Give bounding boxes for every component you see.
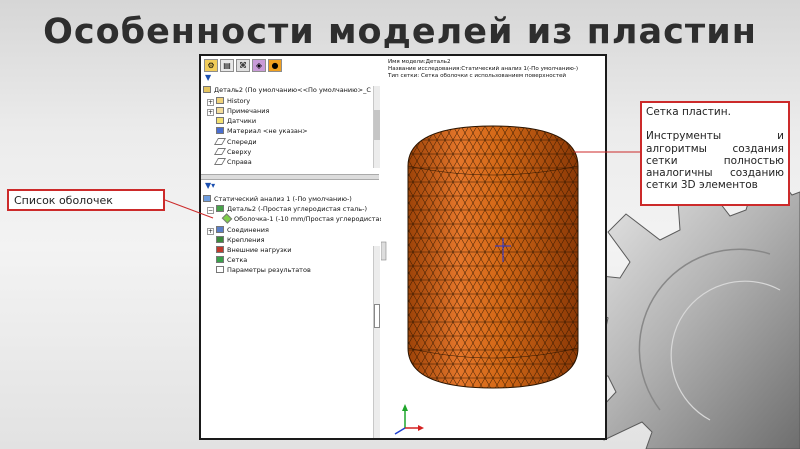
tree-item-annotations[interactable]: + Примечания [207, 106, 269, 116]
mesh-callout: Сетка пластин. Инструменты и алгоритмы с… [640, 101, 790, 206]
sensors-icon [216, 117, 224, 124]
tree-item-history[interactable]: + History [207, 96, 250, 106]
result-options-icon [216, 266, 224, 273]
plane-icon [213, 158, 227, 165]
mesh-icon [216, 256, 224, 263]
tree-item-fixtures[interactable]: Крепления [216, 235, 265, 245]
tree-item-mesh[interactable]: Сетка [216, 255, 247, 265]
simulation-tree-scrollbar[interactable] [373, 246, 380, 438]
static-study-icon [203, 195, 211, 202]
axis-triad [394, 404, 424, 435]
shell-icon [221, 213, 233, 224]
display-icon[interactable]: ◈ [252, 59, 266, 72]
loads-icon [216, 246, 224, 253]
scroll-thumb[interactable] [374, 110, 380, 140]
shell-list-label: Список оболочек [14, 194, 113, 207]
solidworks-window: ⚙ ▤ ⌘ ◈ ● ▼ Деталь2 (По умолчанию<<По ум… [199, 54, 607, 440]
meshed-cylinder [381, 125, 579, 435]
history-icon [216, 97, 224, 104]
tree-item-result-options[interactable]: Параметры результатов [216, 265, 311, 275]
tree-item-right-plane[interactable]: Справа [213, 157, 252, 167]
graphics-area[interactable]: Имя модели:Деталь2 Название исследования… [381, 56, 605, 438]
connections-icon [216, 226, 224, 233]
tree-item-shell[interactable]: Оболочка-1 (-10 mm/Простая углеродистая [221, 213, 383, 224]
panel-collapse-handle[interactable] [381, 241, 387, 261]
fixtures-icon [216, 236, 224, 243]
tree-item-front-plane[interactable]: Спереди [213, 137, 257, 147]
manager-toolbar: ⚙ ▤ ⌘ ◈ ● [204, 59, 282, 73]
panel-splitter[interactable] [201, 174, 379, 180]
filter-dropdown-icon[interactable]: ▼▾ [205, 181, 215, 190]
tree-item-part[interactable]: Деталь2 (По умолчанию<<По умолчанию>_C [203, 85, 371, 95]
left-panel: ⚙ ▤ ⌘ ◈ ● ▼ Деталь2 (По умолчанию<<По ум… [201, 56, 383, 438]
tree-item-part-material[interactable]: − Деталь2 (-Простая углеродистая сталь-) [207, 204, 367, 214]
tree-item-material[interactable]: Материал <не указан> [216, 126, 308, 136]
mesh-callout-title: Сетка пластин. [646, 106, 731, 118]
shell-list-callout: Список оболочек [7, 189, 165, 211]
plane-icon [213, 138, 227, 145]
appearance-icon[interactable]: ● [268, 59, 282, 72]
tree-item-top-plane[interactable]: Сверху [213, 147, 251, 157]
annotations-icon [216, 107, 224, 114]
propertymanager-icon[interactable]: ▤ [220, 59, 234, 72]
tree-item-connections[interactable]: + Соединения [207, 225, 269, 235]
filter-icon[interactable]: ▼ [205, 73, 211, 82]
featuremanager-icon[interactable]: ⚙ [204, 59, 218, 72]
scroll-arrows[interactable] [374, 304, 380, 328]
tree-item-sensors[interactable]: Датчики [216, 116, 256, 126]
feature-tree-scrollbar[interactable] [373, 86, 380, 168]
material-icon [216, 127, 224, 134]
slide-title: Особенности моделей из пластин [43, 12, 757, 52]
tree-item-static-study[interactable]: Статический анализ 1 (-По умолчанию-) [203, 194, 352, 204]
configurationmanager-icon[interactable]: ⌘ [236, 59, 250, 72]
tree-item-external-loads[interactable]: Внешние нагрузки [216, 245, 291, 255]
part-icon [203, 86, 211, 93]
shell-part-icon [216, 205, 224, 212]
plane-icon [213, 148, 227, 155]
mesh-callout-body: Инструменты и алгоритмы создания сетки п… [646, 130, 784, 192]
